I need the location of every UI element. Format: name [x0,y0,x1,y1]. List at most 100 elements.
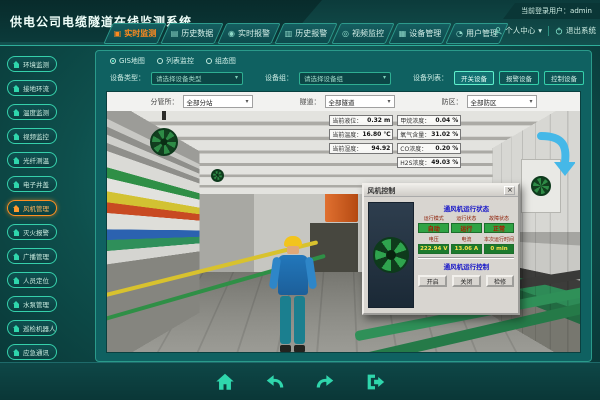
sidebar-item[interactable]: 应急通讯 [7,344,57,360]
device-filter-button[interactable]: 报警设备 [499,71,539,85]
fan-control-button[interactable]: 关闭 [452,275,481,287]
nav-tab[interactable]: ◉ 实时报警 [217,23,280,44]
back-icon[interactable] [263,370,287,394]
tunnel-3d-view[interactable]: 当前液位： 0.32 m 当前温度： 16.80 ℃ 当前湿度： 94.92 [107,111,580,352]
device-group-select[interactable]: 请选择设备组 ▾ [299,72,391,85]
main-panel: GIS地图 列表监控 组态图 设备类型： 请选择设备类型 ▾ 设备组： 请选择设… [95,50,592,362]
user-manage-icon: ◔ [456,30,463,38]
env-reading: CO浓度： 0.20 % [397,143,461,154]
nav-tab[interactable]: ▦ 设备管理 [388,23,451,44]
view-mode-group: GIS地图 列表监控 组态图 [96,51,591,68]
nav-tab-label: 设备管理 [409,28,441,39]
env-reading-label: 甲烷浓度： [400,116,430,125]
sidebar-item-label: 接地环流 [23,83,49,93]
worker-figure [268,236,318,352]
sidebar-item-label: 环境监测 [23,59,49,69]
home-icon [13,229,20,236]
forward-icon[interactable] [313,370,337,394]
user-center-menu[interactable]: 个人中心 ▾ [494,25,542,36]
sidebar-item-label: 风机管理 [23,203,49,213]
sidebar-item[interactable]: 视频监控 [7,128,57,144]
fan-control-button[interactable]: 开启 [418,275,447,287]
nav-tab[interactable]: ◎ 视频监控 [331,23,394,44]
scene-container: 分管所： 全部分站 ▾ 隧道： 全部隧道 ▾ 防区： [106,91,581,353]
nav-tab[interactable]: ▥ 历史报警 [274,23,337,44]
ceiling-fan-icon[interactable] [150,128,178,156]
fan-control-header: 通风机运行控制 [444,261,490,271]
nav-tab[interactable]: ▤ 历史数据 [160,23,223,44]
top-header: 供电公司电缆隧道在线监测系统 ▣ 实时监测 ▤ 历史数据 ◉ 实时报警 [0,0,600,46]
sidebar-item[interactable]: 环境监测 [7,56,57,72]
home-icon [13,325,20,332]
sidebar-item[interactable]: 光纤测温 [7,152,57,168]
radio-icon [206,58,212,64]
dropdown-arrow-icon: ▾ [529,99,532,105]
radio-icon [157,58,163,64]
left-sidebar: 环境监测 接地环流 温度监测 视频监控 光纤测温 电子井盖 风机管理 [0,50,64,362]
sidebar-item[interactable]: 接地环流 [7,80,57,96]
view-mode-radio[interactable]: 列表监控 [157,56,194,66]
dropdown-arrow-icon: ▾ [387,99,390,105]
sidebar-item[interactable]: 灭火报警 [7,224,57,240]
scene-select[interactable]: 全部隧道 ▾ [325,95,395,108]
sidebar-item-label: 人员定位 [23,275,49,285]
home-icon [13,85,20,92]
realtime-alarm-icon: ◉ [228,30,235,38]
nav-tab[interactable]: ▣ 实时监测 [103,23,166,44]
scene-selector-label: 隧道： [300,97,321,107]
device-filter-button[interactable]: 控制设备 [544,71,584,85]
history-data-icon: ▤ [171,30,179,38]
home-icon [13,133,20,140]
device-filter-row: 设备类型： 请选择设备类型 ▾ 设备组： 请选择设备组 ▾ 设备列表： 开关设备… [96,68,591,89]
fan-metric-value: 0 min [490,246,507,252]
scene-select[interactable]: 全部分站 ▾ [183,95,253,108]
sidebar-item[interactable]: 电子井盖 [7,176,57,192]
scene-selector-group: 隧道： 全部隧道 ▾ [300,95,395,108]
ceiling-fan-icon[interactable] [211,169,224,182]
sidebar-item[interactable]: 温度监测 [7,104,57,120]
dialog-titlebar[interactable]: 风机控制 × [364,185,518,197]
dropdown-arrow-icon: ▾ [245,99,248,105]
device-filter-button[interactable]: 开关设备 [454,71,494,85]
scene-select[interactable]: 全部防区 ▾ [467,95,537,108]
env-reading-label: 氧气含量： [400,130,430,139]
view-mode-radio[interactable]: GIS地图 [110,56,145,66]
sidebar-item[interactable]: 水泵管理 [7,296,57,312]
sidebar-item[interactable]: 广播管理 [7,248,57,264]
scene-toolbar: 分管所： 全部分站 ▾ 隧道： 全部隧道 ▾ 防区： [107,92,580,111]
fan-status-field: 运行模式 自动 [418,215,449,233]
sidebar-item-label: 应急通讯 [23,347,49,357]
close-icon[interactable]: × [504,186,515,195]
fan-status-value-box: 自动 [418,223,449,233]
fan-metric-value-box: 13.06 A [451,244,482,254]
fan-control-button[interactable]: 检修 [486,275,515,287]
fan-status-label: 运行模式 [424,215,444,222]
env-reading-value: 0.20 % [435,145,458,152]
dropdown-arrow-icon: ▾ [235,75,238,81]
env-column-left: 当前液位： 0.32 m 当前温度： 16.80 ℃ 当前湿度： 94.92 [329,115,393,168]
logout-menu[interactable]: 退出系统 [555,25,596,36]
fan-control-buttons: 开启 关闭 检修 [418,275,514,287]
env-reading: 甲烷浓度： 0.04 % [397,115,461,126]
fan-metric-value: 13.06 A [455,246,479,252]
scene-selector-group: 防区： 全部防区 ▾ [442,95,537,108]
home-icon [13,301,20,308]
exit-icon[interactable] [363,370,387,394]
sidebar-item[interactable]: 巡检机器人 [7,320,57,336]
menu-divider [548,26,549,36]
home-icon[interactable] [213,370,237,394]
sidebar-item[interactable]: 风机管理 [7,200,57,216]
home-icon [13,181,20,188]
logout-label: 退出系统 [566,25,596,36]
sidebar-item[interactable]: 人员定位 [7,272,57,288]
scene-select-value: 全部防区 [471,97,497,107]
device-type-select[interactable]: 请选择设备类型 ▾ [151,72,243,85]
navigation-arrow-icon[interactable] [535,130,575,176]
view-mode-radio[interactable]: 组态图 [206,56,236,66]
fan-status-value: 正常 [493,224,505,233]
env-reading: 当前温度： 16.80 ℃ [329,129,393,140]
env-reading-value: 31.02 % [431,131,458,138]
home-icon [13,277,20,284]
sidebar-item-label: 光纤测温 [23,155,49,165]
video-monitor-icon: ◎ [342,30,349,38]
